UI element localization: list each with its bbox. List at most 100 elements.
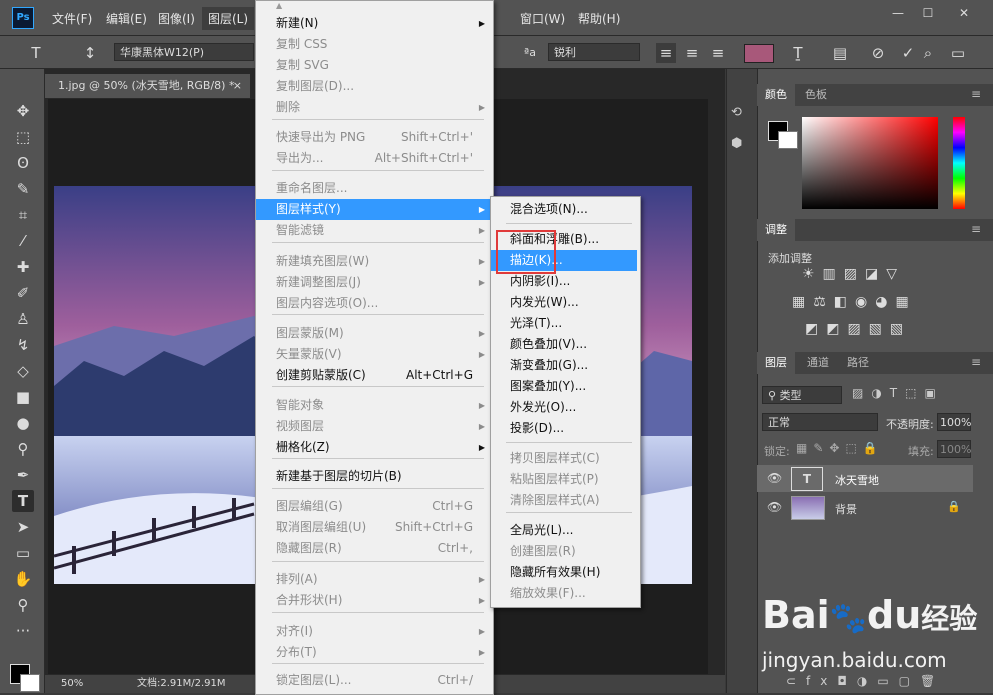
layer-menu-item[interactable]: 导出为... Alt+Shift+Ctrl+' [256, 148, 491, 169]
scroll-up-icon[interactable]: ▲ [276, 1, 282, 10]
layer-menu-item[interactable]: 图层蒙版(M) ▶ [256, 323, 491, 344]
close-button[interactable]: ✕ [950, 4, 978, 22]
layer-menu-item[interactable]: 复制图层(D)... [256, 76, 491, 97]
text-color-swatch[interactable] [744, 44, 774, 63]
color-field[interactable] [802, 117, 938, 209]
tab-paths[interactable]: 路径 [839, 352, 877, 374]
layer-style-menu-item[interactable]: 粘贴图层样式(P) [491, 469, 637, 490]
layer-menu-item[interactable]: 智能对象 ▶ [256, 395, 491, 416]
lock-icons[interactable]: ▦✎✥⬚🔒 [796, 441, 884, 455]
menu-window[interactable]: 窗口(W) [520, 10, 565, 27]
layer-style-menu-item[interactable]: 光泽(T)... [491, 313, 637, 334]
warp-text-icon[interactable]: Ṯ [788, 43, 808, 63]
text-orientation-icon[interactable]: ↕ [80, 43, 100, 63]
layer-menu-item[interactable]: 图层样式(Y) ▶ [256, 199, 491, 220]
gradient-tool-icon[interactable]: ■ [12, 386, 34, 408]
tab-color[interactable]: 颜色 [757, 84, 795, 106]
more-tools-icon[interactable]: ··· [12, 620, 34, 642]
path-select-tool-icon[interactable]: ➤ [12, 516, 34, 538]
brush-tool-icon[interactable]: ✐ [12, 282, 34, 304]
background-color-swatch[interactable] [20, 674, 40, 692]
layer-menu-item[interactable]: 图层编组(G) Ctrl+G [256, 496, 491, 517]
fill-input[interactable]: 100% [937, 440, 971, 458]
minimize-button[interactable]: — [884, 4, 912, 22]
align-center-icon[interactable]: ≡ [682, 43, 702, 63]
layer-menu-item[interactable]: 重命名图层... [256, 178, 491, 199]
adjustment-icons-row-3[interactable]: ◩◩▨▧▧ [805, 321, 911, 337]
tab-adjustments[interactable]: 调整 [757, 219, 795, 241]
zoom-level[interactable]: 50% [61, 675, 83, 693]
menu-layer[interactable]: 图层(L) [202, 7, 255, 30]
pen-tool-icon[interactable]: ✒ [12, 464, 34, 486]
layer-menu-item[interactable]: 合并形状(H) ▶ [256, 590, 491, 611]
adjustment-icons-row-1[interactable]: ☀▥▨◪▽ [802, 266, 905, 282]
type-tool-preset-icon[interactable]: T [26, 43, 46, 63]
font-family-select[interactable]: 华康黑体W12(P) [114, 43, 254, 61]
stamp-tool-icon[interactable]: ♙ [12, 308, 34, 330]
layer-menu-item[interactable]: 隐藏图层(R) Ctrl+, [256, 538, 491, 559]
panel-menu-icon[interactable]: ≡ [971, 222, 981, 236]
layer-menu-item[interactable]: 图层内容选项(O)... [256, 293, 491, 314]
layer-menu-item[interactable]: 栅格化(Z) ▶ [256, 437, 491, 458]
eyedropper-tool-icon[interactable]: ⁄ [12, 230, 34, 252]
layer-style-menu-item[interactable]: 投影(D)... [491, 418, 637, 439]
panel-menu-icon[interactable]: ≡ [971, 87, 981, 101]
search-icon[interactable]: ⌕ [918, 43, 938, 63]
layer-menu-item[interactable]: 矢量蒙版(V) ▶ [256, 344, 491, 365]
eraser-tool-icon[interactable]: ◇ [12, 360, 34, 382]
zoom-tool-icon[interactable]: ⚲ [12, 594, 34, 616]
eye-icon[interactable]: 👁 [767, 471, 782, 485]
layer-menu-item[interactable]: 分布(T) ▶ [256, 642, 491, 663]
layer-menu-item[interactable]: 创建剪贴蒙版(C) Alt+Ctrl+G [256, 365, 491, 386]
type-tool-icon[interactable]: T [12, 490, 34, 512]
hue-slider[interactable] [953, 117, 965, 209]
align-left-icon[interactable]: ≡ [656, 43, 676, 63]
close-tab-icon[interactable]: × [233, 74, 242, 98]
layer-menu-item[interactable]: 新建(N) ▶ [256, 13, 491, 34]
color-panel-bg-swatch[interactable] [778, 131, 798, 149]
layer-menu-item[interactable]: 取消图层编组(U) Shift+Ctrl+G [256, 517, 491, 538]
menu-help[interactable]: 帮助(H) [578, 10, 620, 27]
layer-style-menu-item[interactable]: 清除图层样式(A) [491, 490, 637, 511]
layer-menu-item[interactable]: 新建填充图层(W) ▶ [256, 251, 491, 272]
marquee-tool-icon[interactable]: ⬚ [12, 126, 34, 148]
layer-style-menu-item[interactable]: 隐藏所有效果(H) [491, 562, 637, 583]
hand-tool-icon[interactable]: ✋ [12, 568, 34, 590]
layer-filter-icons[interactable]: ▨◑T⬚▣ [852, 386, 944, 400]
layer-menu-item[interactable]: 复制 SVG [256, 55, 491, 76]
layer-style-menu-item[interactable]: 图案叠加(Y)... [491, 376, 637, 397]
dodge-tool-icon[interactable]: ⚲ [12, 438, 34, 460]
maximize-button[interactable]: ☐ [914, 4, 942, 22]
workspace-icon[interactable]: ▭ [948, 43, 968, 63]
layer-menu-item[interactable]: 复制 CSS [256, 34, 491, 55]
healing-brush-tool-icon[interactable]: ✚ [12, 256, 34, 278]
layer-panel-footer-icons[interactable]: ⊂fx◘◑▭▢🗑 [786, 674, 945, 688]
lasso-tool-icon[interactable]: ʘ [12, 152, 34, 174]
layer-row[interactable]: 👁 背景 🔒 [757, 494, 973, 521]
tab-swatches[interactable]: 色板 [797, 84, 835, 106]
antialias-select[interactable]: 锐利 [548, 43, 640, 61]
rectangle-tool-icon[interactable]: ▭ [12, 542, 34, 564]
panel-menu-icon[interactable]: ≡ [971, 355, 981, 369]
layer-style-menu-item[interactable]: 拷贝图层样式(C) [491, 448, 637, 469]
layer-row[interactable]: 👁 T 冰天雪地 [757, 465, 973, 492]
layer-filter-select[interactable]: ⚲ 类型 [762, 386, 842, 404]
document-tab[interactable]: 1.jpg @ 50% (冰天雪地, RGB/8) * × [45, 74, 250, 98]
history-panel-icon[interactable]: ⟲ [731, 105, 749, 123]
crop-tool-icon[interactable]: ⌗ [12, 204, 34, 226]
layer-style-menu-item[interactable]: 创建图层(R) [491, 541, 637, 562]
move-tool-icon[interactable]: ✥ [12, 100, 34, 122]
layer-menu-item[interactable]: 新建基于图层的切片(B) [256, 466, 491, 487]
3d-panel-icon[interactable]: ⬢ [731, 136, 749, 154]
menu-file[interactable]: 文件(F) [52, 10, 92, 27]
layer-style-menu-item[interactable]: 颜色叠加(V)... [491, 334, 637, 355]
opacity-input[interactable]: 100% [937, 413, 971, 431]
character-panel-icon[interactable]: ▤ [830, 43, 850, 63]
layer-menu-item[interactable]: 视频图层 ▶ [256, 416, 491, 437]
menu-edit[interactable]: 编辑(E) [106, 10, 147, 27]
tab-layers[interactable]: 图层 [757, 352, 795, 374]
adjustment-icons-row-2[interactable]: ▦⚖◧◉◕▦ [792, 294, 917, 310]
layer-style-menu-item[interactable]: 混合选项(N)... [491, 199, 637, 220]
layer-menu-item[interactable]: 快速导出为 PNG Shift+Ctrl+' [256, 127, 491, 148]
tab-channels[interactable]: 通道 [799, 352, 837, 374]
